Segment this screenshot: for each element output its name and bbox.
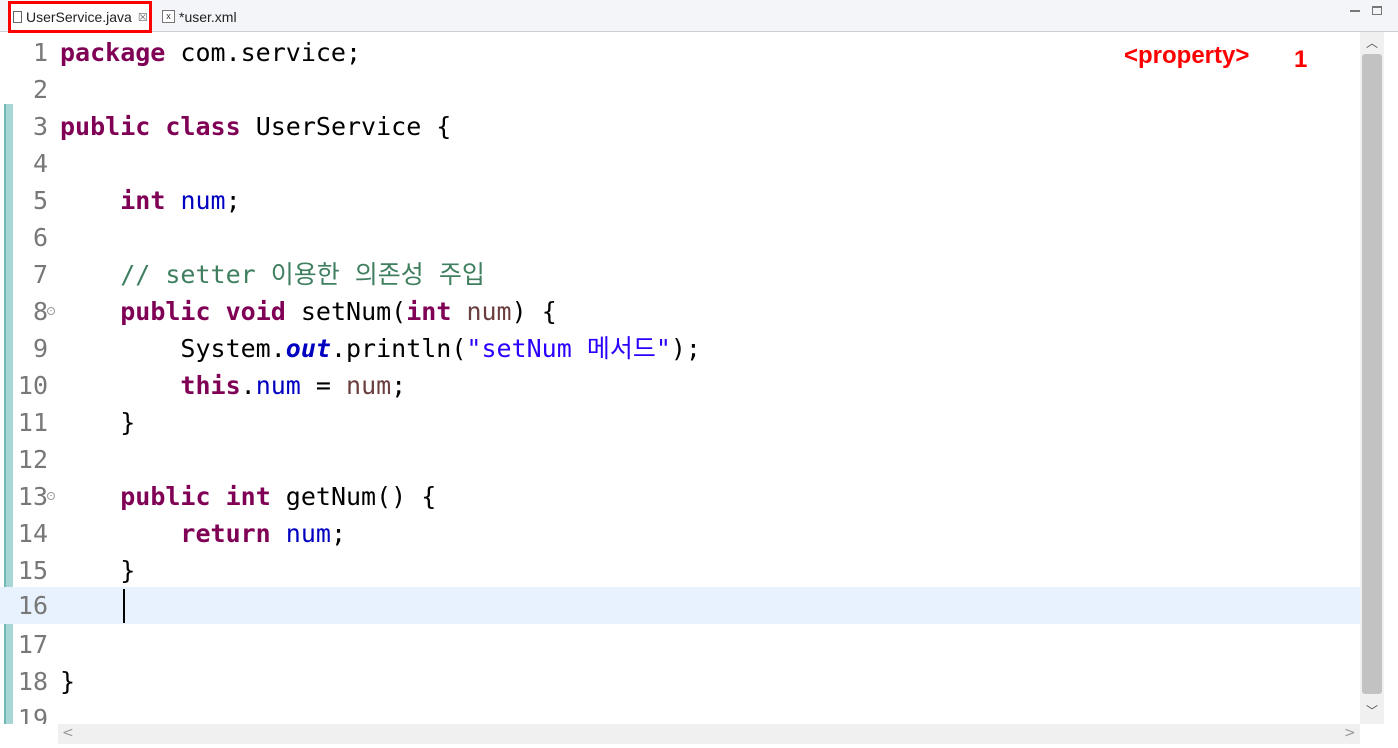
- code-text: setNum(: [285, 297, 407, 326]
- tab-user-xml[interactable]: x *user.xml: [160, 1, 255, 32]
- line-number: 5: [32, 186, 48, 215]
- maximize-icon[interactable]: [1372, 6, 1382, 15]
- line-number: 9: [32, 334, 48, 363]
- line-number: 16: [17, 591, 48, 620]
- line-number: 10: [17, 371, 48, 400]
- code-line[interactable]: 13 - public int getNum() {: [0, 478, 1360, 515]
- code-line[interactable]: 6: [0, 219, 1360, 256]
- parameter-name: num: [451, 297, 512, 326]
- line-number: 7: [32, 260, 48, 289]
- code-text: ) {: [511, 297, 557, 326]
- code-line[interactable]: 15 }: [0, 552, 1360, 589]
- xml-file-icon: x: [162, 10, 175, 23]
- text-caret: [123, 589, 125, 623]
- field-name: num: [180, 186, 226, 215]
- code-text: ;: [391, 371, 407, 400]
- tab-label: UserService.java: [26, 9, 132, 25]
- annotation-number: 1: [1294, 46, 1308, 73]
- parameter-name: num: [346, 371, 392, 400]
- code-line[interactable]: 9 System.out.println("setNum 메서드");: [0, 330, 1360, 367]
- tab-label: *user.xml: [179, 8, 237, 25]
- string-literal: "setNum 메서드": [466, 334, 671, 363]
- vertical-scrollbar[interactable]: ︿ ﹀: [1360, 32, 1384, 724]
- keyword: int: [225, 482, 271, 511]
- field-name: num: [285, 519, 331, 548]
- code-line[interactable]: 10 this.num = num;: [0, 367, 1360, 404]
- code-text: );: [670, 334, 701, 363]
- keyword: int: [406, 297, 452, 326]
- code-line[interactable]: 11 }: [0, 404, 1360, 441]
- code-comment: // setter 이용한 의존성 주입: [120, 260, 485, 289]
- line-number: 15: [17, 556, 48, 585]
- annotation-property-label: <property>: [1124, 42, 1250, 69]
- fold-toggle-icon[interactable]: -: [47, 492, 55, 500]
- horizontal-scrollbar[interactable]: < >: [58, 724, 1360, 744]
- code-line[interactable]: 3 public class UserService {: [0, 108, 1360, 145]
- line-number: 8: [32, 297, 48, 326]
- line-number: 2: [32, 75, 48, 104]
- code-line[interactable]: 7 // setter 이용한 의존성 주입: [0, 256, 1360, 293]
- line-number: 6: [32, 223, 48, 252]
- keyword: public: [120, 482, 211, 511]
- code-text: getNum() {: [270, 482, 437, 511]
- scroll-right-icon[interactable]: >: [1344, 725, 1356, 741]
- vertical-scroll-thumb[interactable]: [1362, 54, 1382, 694]
- code-text: .println(: [330, 334, 467, 363]
- keyword: return: [180, 519, 271, 548]
- code-text: }: [120, 408, 136, 437]
- code-text: .: [240, 371, 256, 400]
- code-line[interactable]: 5 int num;: [0, 182, 1360, 219]
- tab-userservice-java[interactable]: UserService.java ☒: [8, 1, 152, 33]
- code-text: ;: [225, 186, 241, 215]
- static-field: out: [285, 334, 331, 363]
- line-number: 13: [17, 482, 48, 511]
- line-number: 3: [32, 112, 48, 141]
- java-file-icon: [13, 11, 22, 23]
- close-tab-icon[interactable]: ☒: [138, 11, 148, 24]
- scroll-left-icon[interactable]: <: [62, 725, 74, 741]
- code-line[interactable]: 4: [0, 145, 1360, 182]
- scroll-up-icon[interactable]: ︿: [1360, 34, 1384, 51]
- code-text: ;: [330, 519, 347, 548]
- keyword: int: [120, 186, 166, 215]
- code-text: UserService {: [240, 112, 452, 141]
- scroll-down-icon[interactable]: ﹀: [1360, 702, 1384, 719]
- code-line[interactable]: 12: [0, 441, 1360, 478]
- code-text: }: [60, 667, 76, 696]
- fold-toggle-icon[interactable]: -: [47, 307, 55, 315]
- line-number: 18: [17, 667, 48, 696]
- code-text: com.service;: [165, 38, 362, 67]
- keyword: void: [225, 297, 286, 326]
- line-number: 14: [17, 519, 48, 548]
- code-line[interactable]: 2: [0, 71, 1360, 108]
- current-line[interactable]: 16: [0, 587, 1360, 624]
- code-line[interactable]: 14 return num;: [0, 515, 1360, 552]
- editor-tab-bar: UserService.java ☒ x *user.xml: [0, 0, 1398, 33]
- code-editor[interactable]: 1 package com.service; 2 3 public class …: [0, 32, 1398, 748]
- minimize-icon[interactable]: [1350, 10, 1360, 12]
- code-text: }: [120, 556, 136, 585]
- code-line[interactable]: 17: [0, 626, 1360, 663]
- keyword: class: [165, 112, 241, 141]
- line-number: 17: [17, 630, 48, 659]
- line-number: 11: [17, 408, 48, 437]
- line-number: 4: [32, 149, 48, 178]
- keyword: this: [180, 371, 241, 400]
- code-line[interactable]: 8 - public void setNum(int num) {: [0, 293, 1360, 330]
- keyword: package: [60, 38, 166, 67]
- code-text: =: [300, 371, 347, 400]
- code-line[interactable]: 19: [0, 700, 1360, 724]
- keyword: public: [60, 112, 151, 141]
- field-name: num: [255, 371, 301, 400]
- code-line[interactable]: 18 }: [0, 663, 1360, 700]
- line-number: 1: [32, 38, 48, 67]
- line-number: 19: [17, 704, 48, 724]
- line-number: 12: [17, 445, 48, 474]
- keyword: public: [120, 297, 211, 326]
- code-text: System.: [180, 334, 286, 363]
